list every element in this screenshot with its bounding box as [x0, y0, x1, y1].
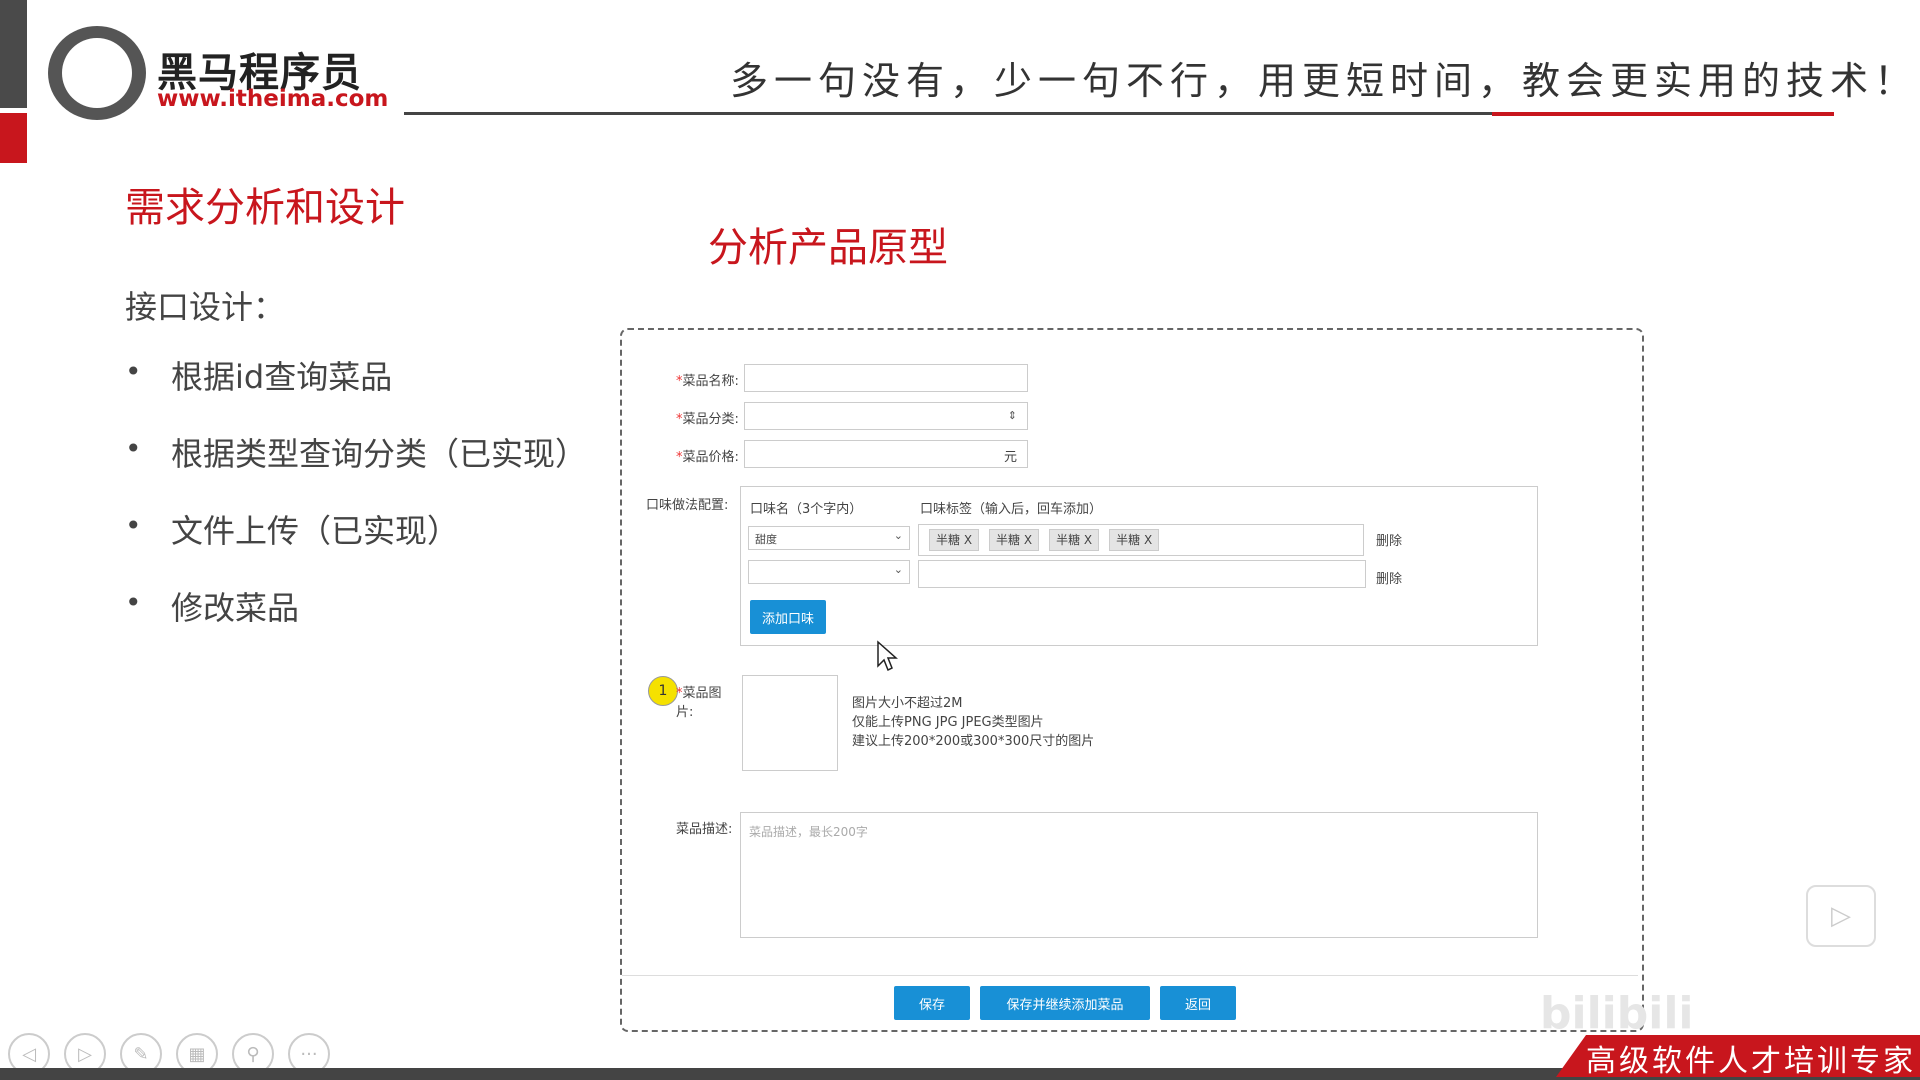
flavor-tag[interactable]: 半糖 X [1109, 529, 1160, 551]
bullet-text: 文件上传（已实现） [171, 512, 460, 550]
play-icon[interactable]: ▷ [1806, 885, 1876, 947]
left-accent-red-bar [0, 113, 27, 163]
logo-url: www.itheima.com [157, 86, 389, 112]
header-divider [404, 112, 1492, 115]
bullet-dot: • [125, 355, 142, 388]
select-arrow-icon: ⇕ [1007, 409, 1017, 422]
flavor-name-value: 甜度 [755, 533, 777, 546]
list-item: • 修改菜品 [125, 583, 587, 660]
price-unit: 元 [1003, 450, 1017, 465]
bullet-text: 修改菜品 [171, 589, 300, 627]
slogan: 多一句没有，少一句不行，用更短时间，教会更实用的技术！ [730, 59, 1919, 103]
form-footer-divider [622, 975, 1638, 976]
flavor-name-select[interactable]: 甜度 ⌄ [748, 526, 910, 550]
chevron-down-icon: ⌄ [893, 563, 903, 576]
bullet-dot: • [125, 509, 142, 542]
bullet-text: 根据id查询菜品 [171, 358, 393, 396]
label-text: 菜品分类: [682, 412, 739, 427]
save-button[interactable]: 保存 [894, 986, 970, 1020]
dish-name-input[interactable] [744, 364, 1028, 392]
flavor-tag[interactable]: 半糖 X [1049, 529, 1100, 551]
desc-placeholder: 菜品描述，最长200字 [749, 825, 868, 839]
label-text: 菜品图片: [676, 686, 722, 720]
add-flavor-button[interactable]: 添加口味 [750, 600, 826, 634]
list-item: • 根据id查询菜品 [125, 352, 587, 429]
dish-category-select[interactable]: ⇕ [744, 402, 1028, 430]
dish-desc-label: 菜品描述: [676, 822, 733, 837]
bullet-list: • 根据id查询菜品 • 根据类型查询分类（已实现） • 文件上传（已实现） • 修改菜… [125, 352, 587, 660]
list-item: • 文件上传（已实现） [125, 506, 587, 583]
delete-flavor-link[interactable]: 删除 [1376, 568, 1402, 587]
subtitle: 接口设计： [125, 288, 286, 326]
logo-horse-icon [62, 38, 132, 108]
label-text: 菜品名称: [682, 374, 739, 389]
label-text: 菜品价格: [682, 450, 739, 465]
section-title: 需求分析和设计 [125, 185, 405, 231]
bullet-text: 根据类型查询分类（已实现） [171, 435, 588, 473]
image-upload-box[interactable] [742, 675, 838, 771]
dish-name-label: *菜品名称: [676, 370, 739, 389]
dish-price-input[interactable]: 元 [744, 440, 1028, 468]
image-hint: 图片大小不超过2M [852, 696, 963, 711]
flavor-tag-input[interactable] [918, 560, 1366, 588]
step-badge: 1 [648, 676, 678, 706]
flavor-tag-input[interactable]: 半糖 X 半糖 X 半糖 X 半糖 X [918, 524, 1364, 556]
left-accent-bar [0, 0, 27, 108]
flavor-tag-header: 口味标签（输入后，回车添加） [920, 502, 1103, 517]
list-item: • 根据类型查询分类（已实现） [125, 429, 587, 506]
image-hints: 图片大小不超过2M 仅能上传PNG JPG JPEG类型图片 建议上传200*2… [852, 694, 1094, 751]
dish-desc-textarea[interactable]: 菜品描述，最长200字 [740, 812, 1538, 938]
chevron-down-icon: ⌄ [893, 529, 903, 542]
save-continue-button[interactable]: 保存并继续添加菜品 [980, 986, 1150, 1020]
dish-image-label: *菜品图片: [676, 682, 734, 720]
delete-flavor-link[interactable]: 删除 [1376, 530, 1402, 549]
flavor-tag[interactable]: 半糖 X [989, 529, 1040, 551]
footer-banner-text: 高级软件人才培训专家 [1586, 1044, 1916, 1079]
flavor-tag[interactable]: 半糖 X [929, 529, 980, 551]
header-divider-accent [1492, 112, 1834, 116]
flavor-config-label: 口味做法配置: [646, 498, 729, 513]
back-button[interactable]: 返回 [1160, 986, 1236, 1020]
flavor-name-header: 口味名（3个字内） [750, 502, 863, 517]
dish-price-label: *菜品价格: [676, 446, 739, 465]
mouse-cursor-icon [877, 640, 898, 672]
dish-category-label: *菜品分类: [676, 408, 739, 427]
image-hint: 建议上传200*200或300*300尺寸的图片 [852, 734, 1095, 749]
bullet-dot: • [125, 432, 142, 465]
bullet-dot: • [125, 586, 142, 619]
image-hint: 仅能上传PNG JPG JPEG类型图片 [852, 715, 1044, 730]
prototype-title: 分析产品原型 [708, 225, 948, 271]
flavor-name-select[interactable]: ⌄ [748, 560, 910, 584]
watermark: bilibili [1540, 988, 1694, 1039]
